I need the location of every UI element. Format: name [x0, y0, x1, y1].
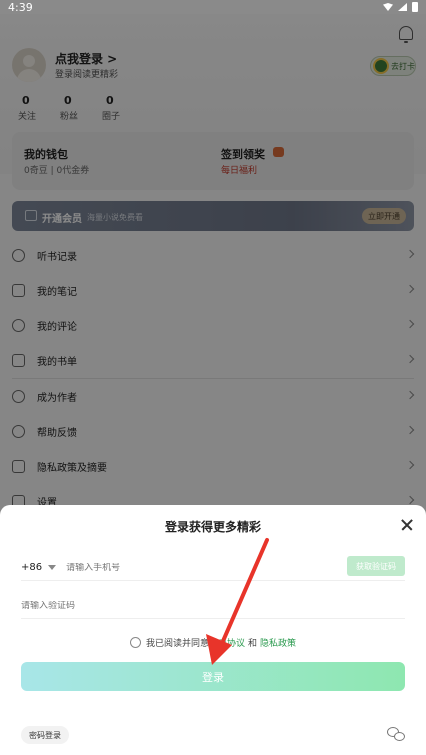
chevron-down-icon[interactable] [48, 565, 57, 570]
close-icon[interactable] [400, 518, 414, 532]
status-bar: 4:39 [0, 0, 426, 14]
agree-text: 我已阅读并同意 [145, 639, 209, 649]
country-code-selector[interactable]: +86 [21, 562, 42, 573]
signal-icon [398, 3, 407, 11]
code-row [21, 593, 405, 619]
sheet-title: 登录获得更多精彩 [164, 520, 261, 534]
login-sheet: 登录获得更多精彩 +86 获取验证码 我已阅读并同意 用户协议 和 隐私政策 登… [0, 505, 426, 755]
and-text: 和 [248, 639, 258, 649]
user-agreement-link[interactable]: 用户协议 [209, 636, 245, 649]
privacy-policy-link[interactable]: 隐私政策 [260, 636, 296, 649]
login-button[interactable]: 登录 [21, 662, 405, 691]
phone-row: +86 获取验证码 [21, 555, 405, 581]
wifi-icon [383, 3, 393, 11]
agreement-row: 我已阅读并同意 用户协议 和 隐私政策 [0, 636, 426, 649]
phone-input[interactable] [66, 562, 267, 573]
agree-checkbox[interactable] [129, 637, 141, 648]
status-icons [383, 2, 418, 12]
get-code-button[interactable]: 获取验证码 [347, 556, 405, 576]
battery-icon [412, 2, 418, 12]
wechat-icon[interactable] [387, 727, 405, 742]
verification-code-input[interactable] [21, 600, 321, 611]
password-login-button[interactable]: 密码登录 [21, 726, 69, 744]
status-time: 4:39 [8, 0, 33, 14]
